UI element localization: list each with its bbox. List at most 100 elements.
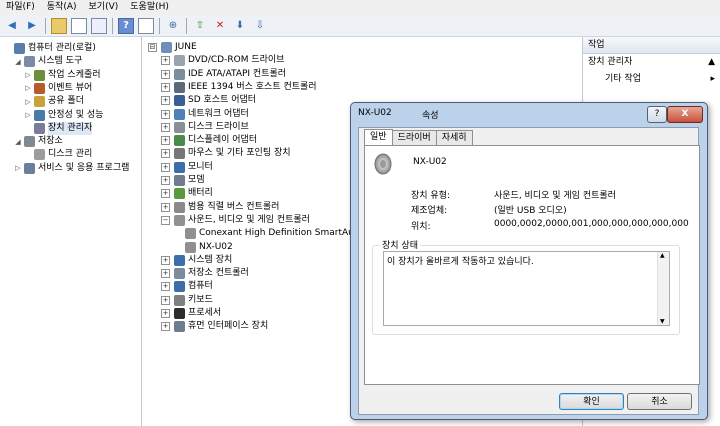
expand-toggle-icon[interactable]: − [161,215,170,225]
tree-node-label: 디스크 관리 [48,149,93,160]
expand-toggle-icon[interactable]: + [161,189,170,199]
device-tree-item[interactable]: + 프로세서 [161,307,221,320]
expand-toggle-icon[interactable]: + [161,149,170,159]
console-tree-item[interactable]: ▷ 공유 폴더 [24,95,84,108]
device-tree-item[interactable]: + 저장소 컨트롤러 [161,267,249,280]
expand-toggle-icon[interactable]: + [161,202,170,212]
device-status-textbox[interactable]: 이 장치가 올바르게 작동하고 있습니다. ▲ ▼ [383,251,670,326]
back-icon[interactable]: ◀ [4,18,20,34]
device-category-icon [174,68,185,80]
device-tree-item[interactable]: Conexant High Definition SmartAudio [174,227,368,240]
expand-toggle-icon[interactable]: ▷ [14,164,22,172]
console-tree-item[interactable]: 컴퓨터 관리(로컬) [4,42,96,55]
expand-toggle-icon[interactable]: ◢ [14,58,22,66]
ok-button[interactable]: 확인 [559,393,624,410]
menu-help[interactable]: 도움말(H) [124,0,175,15]
device-tree-item[interactable]: + 컴퓨터 [161,280,213,293]
properties-icon[interactable] [91,17,107,34]
status-scrollbar[interactable]: ▲ ▼ [657,252,669,325]
expand-toggle-icon[interactable]: + [161,255,170,265]
expand-toggle-icon[interactable]: + [161,309,170,318]
update-driver-icon[interactable]: ⇧ [192,18,208,34]
expand-toggle-icon[interactable]: + [161,136,170,146]
console-tree-item[interactable]: ▷ 이벤트 뷰어 [24,82,92,95]
device-tree-item[interactable]: + DVD/CD-ROM 드라이브 [161,54,284,67]
up-folder-icon[interactable] [51,17,67,34]
expand-toggle-icon[interactable]: + [161,109,170,119]
dialog-titlebar[interactable]: NX-U02 속성 ? X [351,103,707,125]
collapse-arrow-icon[interactable]: ▲ [708,54,715,71]
expand-toggle-icon[interactable]: + [161,322,170,332]
panel-icon[interactable] [138,17,154,34]
tree-node-icon [34,149,45,161]
disable-icon[interactable]: ⬇ [232,18,248,34]
menu-file[interactable]: 파일(F) [0,0,41,15]
expand-toggle-icon[interactable]: + [161,82,170,92]
menu-view[interactable]: 보기(V) [83,0,125,15]
expand-toggle-icon[interactable]: + [161,282,170,292]
enable-icon[interactable]: ⇩ [252,18,268,34]
device-category-icon [174,121,185,133]
expand-toggle-icon[interactable]: ▷ [24,98,32,106]
device-tree-item[interactable]: + 휴먼 인터페이스 장치 [161,320,268,333]
expand-toggle-icon[interactable]: + [161,96,170,106]
expand-toggle-icon[interactable]: ▷ [24,71,32,79]
expand-toggle-icon[interactable]: + [161,162,170,172]
device-type-value: 사운드, 비디오 및 게임 컨트롤러 [494,191,616,201]
expand-toggle-icon[interactable]: + [161,176,170,185]
device-tree-item[interactable]: + 디스플레이 어댑터 [161,134,257,147]
actions-more[interactable]: 기타 작업 ▸ [583,71,720,88]
device-tree-item[interactable]: − 사운드, 비디오 및 게임 컨트롤러 [161,214,310,227]
cancel-button[interactable]: 취소 [627,393,692,410]
device-tree-item[interactable]: + 배터리 [161,187,213,200]
device-tree-item[interactable]: + 디스크 드라이브 [161,121,249,134]
console-tree-item[interactable]: ◢ 저장소 [14,135,63,148]
device-tree-item[interactable]: + 키보드 [161,294,213,307]
tab-details[interactable]: 자세히 [435,130,473,145]
device-tree-label: 네트워크 어댑터 [188,108,249,119]
expand-toggle-icon[interactable]: + [161,69,170,79]
console-tree-item[interactable]: ▷ 작업 스케줄러 [24,69,101,82]
uninstall-icon[interactable]: ✕ [212,18,228,34]
show-tree-icon[interactable] [71,17,87,34]
device-tree-item[interactable]: ⊟ JUNE [148,41,197,54]
console-tree-item[interactable]: ◢ 시스템 도구 [14,55,82,68]
forward-icon[interactable]: ▶ [24,18,40,34]
device-tree-item[interactable]: + 시스템 장치 [161,254,232,267]
expand-toggle-icon[interactable]: ◢ [14,138,22,146]
expand-toggle-icon[interactable]: ▷ [24,111,32,119]
console-tree-item[interactable]: ▷ 안정성 및 성능 [24,109,103,122]
console-tree-item[interactable]: ▷ 서비스 및 응용 프로그램 [14,162,129,175]
console-tree-item[interactable]: 디스크 관리 [24,148,92,161]
device-tree-item[interactable]: + IDE ATA/ATAPI 컨트롤러 [161,68,286,81]
scroll-down-icon[interactable]: ▼ [660,318,665,325]
expand-toggle-icon[interactable]: + [161,122,170,132]
menu-action[interactable]: 동작(A) [41,0,83,15]
device-tree-item[interactable]: + 마우스 및 기타 포인팅 장치 [161,147,291,160]
expand-toggle-icon[interactable]: + [161,295,170,305]
expand-toggle-icon[interactable] [24,124,32,132]
device-tree-item[interactable]: + IEEE 1394 버스 호스트 컨트롤러 [161,81,317,94]
scroll-up-icon[interactable]: ▲ [660,252,665,259]
expand-toggle-icon[interactable]: ▷ [24,84,32,92]
console-tree-item[interactable]: 장치 관리자 [24,121,93,135]
tab-driver[interactable]: 드라이버 [391,130,437,145]
close-button[interactable]: X [667,106,703,123]
expand-toggle-icon[interactable]: ⊟ [148,43,157,52]
expand-toggle-icon[interactable]: + [161,269,170,279]
device-tree-item[interactable]: + 네트워크 어댑터 [161,108,249,121]
toolbar-separator [159,17,160,34]
device-tree-item[interactable]: + 모뎀 [161,174,205,187]
help-icon[interactable]: ? [118,17,134,34]
actions-section-device-manager[interactable]: 장치 관리자 ▲ [583,54,720,71]
tab-general[interactable]: 일반 [364,129,393,146]
device-tree-item[interactable]: + SD 호스트 어댑터 [161,94,256,107]
expand-toggle-icon[interactable] [24,151,32,159]
expand-toggle-icon[interactable] [4,45,12,53]
device-tree-item[interactable]: NX-U02 [174,241,233,254]
device-tree-item[interactable]: + 범용 직렬 버스 컨트롤러 [161,201,279,214]
scan-hardware-icon[interactable]: ⊕ [165,18,181,34]
expand-toggle-icon[interactable]: + [161,56,170,66]
device-tree-item[interactable]: + 모니터 [161,161,213,174]
help-button[interactable]: ? [647,106,667,123]
